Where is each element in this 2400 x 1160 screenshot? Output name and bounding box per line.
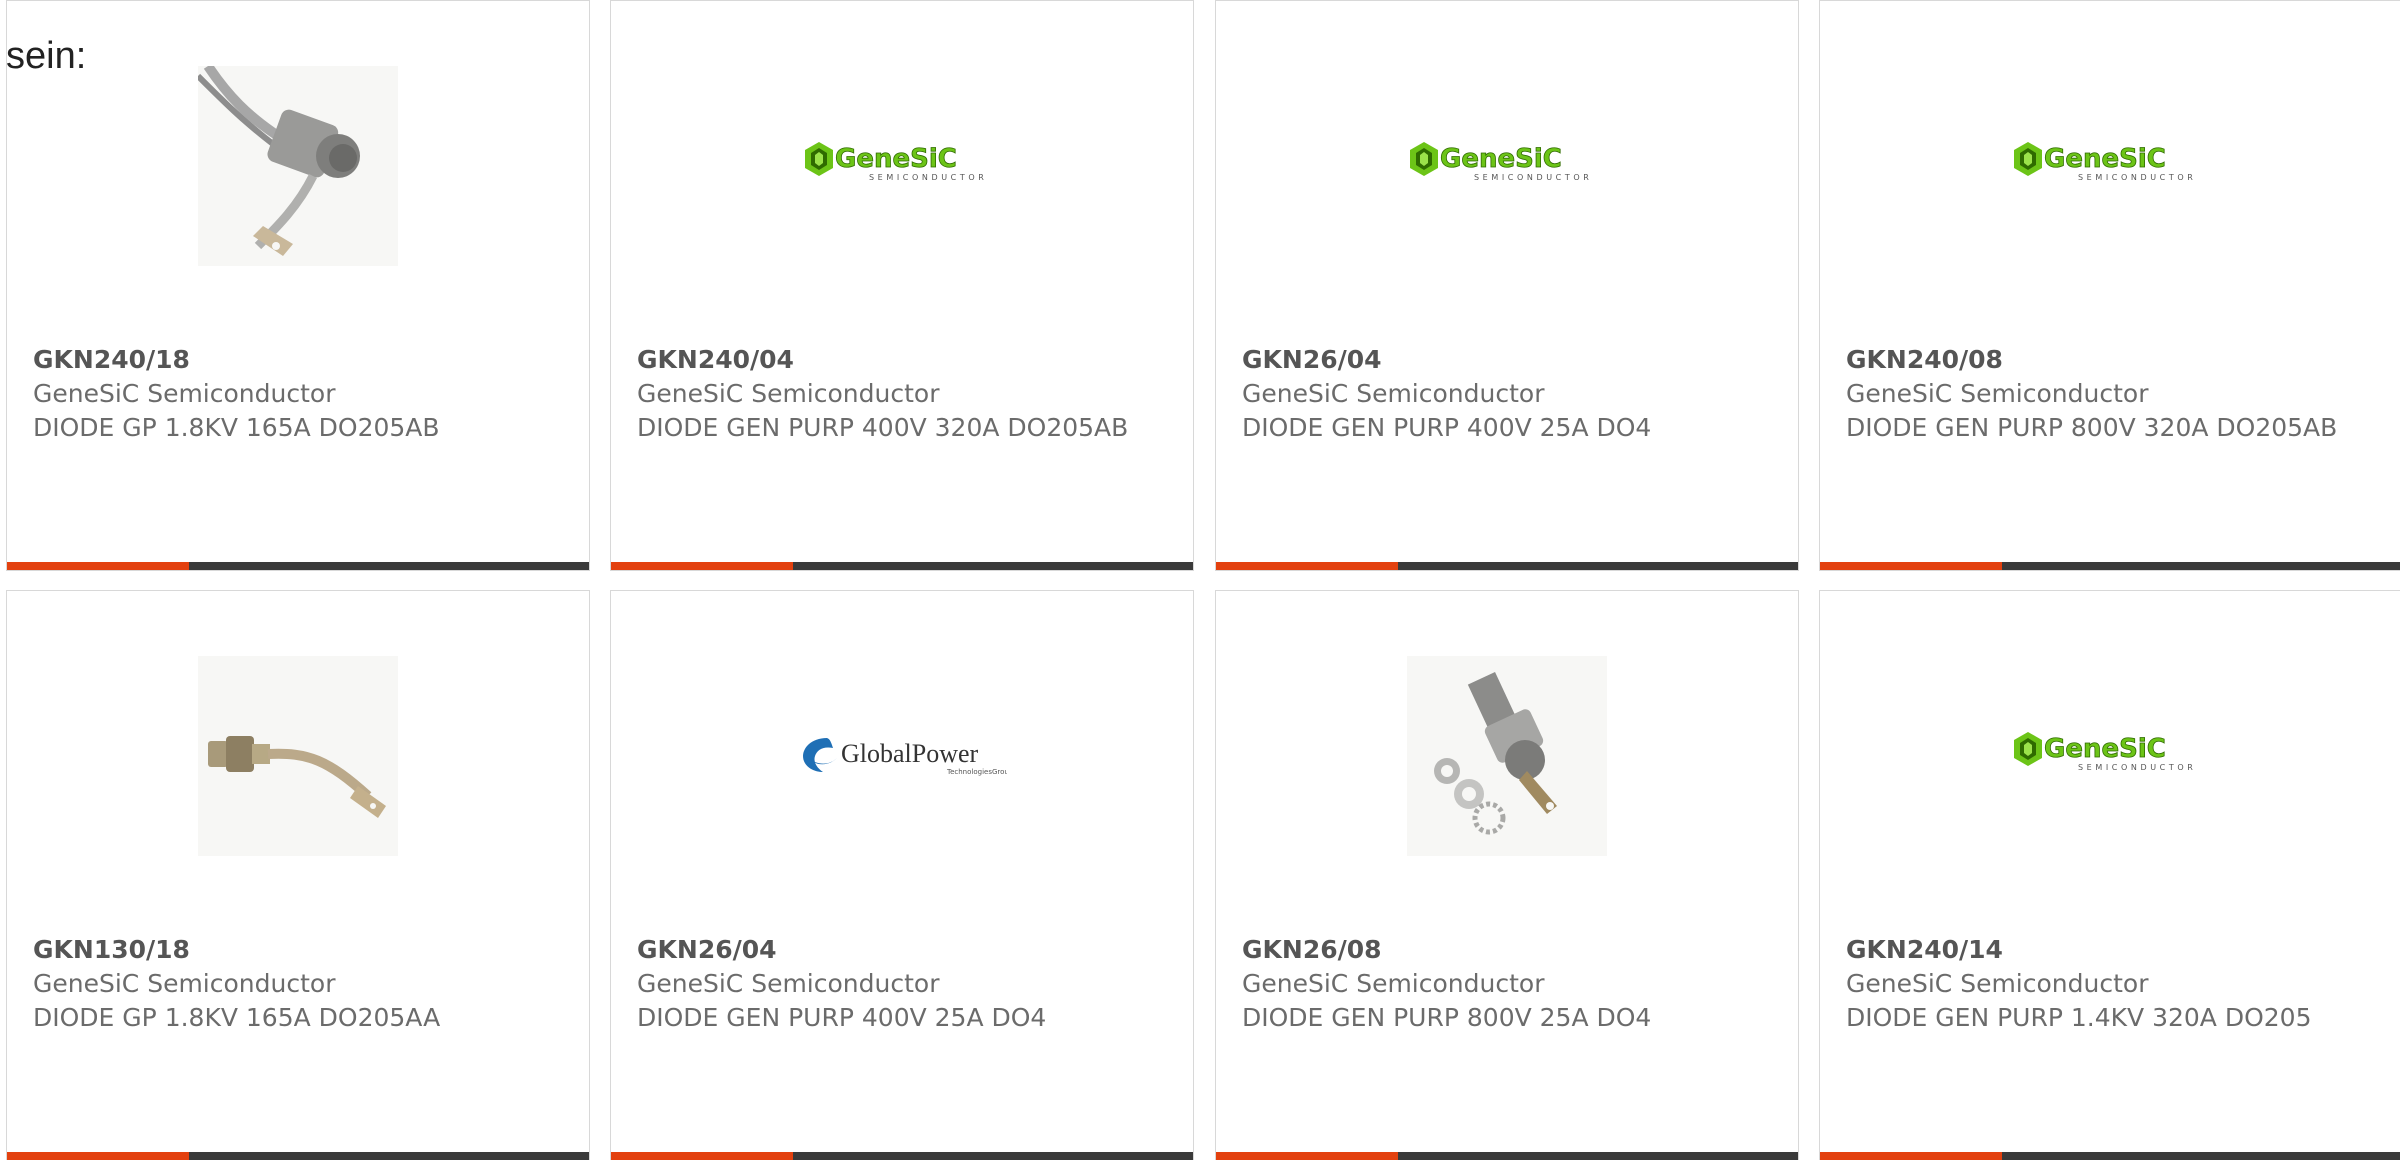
card-accent-bar [611, 1152, 793, 1160]
description: DIODE GEN PURP 1.4KV 320A DO205 [1846, 1003, 2312, 1032]
card-accent-bar [1216, 1152, 1398, 1160]
product-grid-page: sein: GKN240/18 GeneSiC Semiconductor DI… [0, 0, 2400, 1160]
product-image[interactable]: GeneSiC SEMICONDUCTOR [1820, 1, 2400, 331]
part-number[interactable]: GKN240/14 [1846, 933, 2376, 967]
card-bottom-bar [1216, 562, 1798, 570]
part-number[interactable]: GKN240/04 [637, 343, 1167, 377]
genesic-logo-name: GeneSiC [2044, 734, 2166, 764]
part-number[interactable]: GKN240/18 [33, 343, 563, 377]
part-number[interactable]: GKN130/18 [33, 933, 563, 967]
product-info: GKN26/04 GeneSiC Semiconductor DIODE GEN… [1242, 343, 1772, 445]
genesic-logo: GeneSiC SEMICONDUCTOR [2006, 730, 2216, 782]
genesic-logo: GeneSiC SEMICONDUCTOR [797, 140, 1007, 192]
genesic-logo-name: GeneSiC [1440, 144, 1562, 174]
genesic-logo-name: GeneSiC [835, 144, 957, 174]
globalpower-logo-tagline: TechnologiesGroup [946, 768, 1007, 776]
part-number[interactable]: GKN26/08 [1242, 933, 1772, 967]
description: DIODE GP 1.8KV 165A DO205AB [33, 413, 440, 442]
manufacturer: GeneSiC Semiconductor [637, 969, 940, 998]
card-bottom-bar [7, 1152, 589, 1160]
product-info: GKN240/18 GeneSiC Semiconductor DIODE GP… [33, 343, 563, 445]
product-info: GKN130/18 GeneSiC Semiconductor DIODE GP… [33, 933, 563, 1035]
product-card[interactable]: GeneSiC SEMICONDUCTOR GKN240/08 GeneSiC … [1819, 0, 2400, 571]
product-card[interactable]: GlobalPower TechnologiesGroup GKN26/04 G… [610, 590, 1194, 1160]
card-bottom-bar [611, 562, 1193, 570]
product-image[interactable] [7, 1, 589, 331]
description: DIODE GEN PURP 800V 25A DO4 [1242, 1003, 1652, 1032]
product-image[interactable] [1216, 591, 1798, 921]
manufacturer: GeneSiC Semiconductor [33, 969, 336, 998]
card-accent-bar [1216, 562, 1398, 570]
product-info: GKN240/04 GeneSiC Semiconductor DIODE GE… [637, 343, 1167, 445]
stud-diode-bent-lead-photo [198, 656, 398, 856]
product-info: GKN26/04 GeneSiC Semiconductor DIODE GEN… [637, 933, 1167, 1035]
product-card[interactable]: GKN130/18 GeneSiC Semiconductor DIODE GP… [6, 590, 590, 1160]
card-accent-bar [1820, 562, 2002, 570]
card-accent-bar [7, 562, 189, 570]
stud-diode-with-hardware-photo [1407, 656, 1607, 856]
genesic-logo-tagline: SEMICONDUCTOR [2078, 763, 2196, 772]
genesic-logo-tagline: SEMICONDUCTOR [1474, 173, 1592, 182]
part-number[interactable]: GKN240/08 [1846, 343, 2376, 377]
product-info: GKN240/08 GeneSiC Semiconductor DIODE GE… [1846, 343, 2376, 445]
product-card[interactable]: GKN26/08 GeneSiC Semiconductor DIODE GEN… [1215, 590, 1799, 1160]
product-image[interactable]: GeneSiC SEMICONDUCTOR [1820, 591, 2400, 921]
stud-diode-braided-lead-photo [198, 66, 398, 266]
product-card[interactable]: GeneSiC SEMICONDUCTOR GKN26/04 GeneSiC S… [1215, 0, 1799, 571]
manufacturer: GeneSiC Semiconductor [1242, 379, 1545, 408]
manufacturer: GeneSiC Semiconductor [1846, 379, 2149, 408]
part-number[interactable]: GKN26/04 [637, 933, 1167, 967]
manufacturer: GeneSiC Semiconductor [33, 379, 336, 408]
description: DIODE GEN PURP 400V 25A DO4 [637, 1003, 1047, 1032]
genesic-logo: GeneSiC SEMICONDUCTOR [2006, 140, 2216, 192]
card-accent-bar [1820, 1152, 2002, 1160]
description: DIODE GEN PURP 400V 25A DO4 [1242, 413, 1652, 442]
card-bottom-bar [611, 1152, 1193, 1160]
product-info: GKN240/14 GeneSiC Semiconductor DIODE GE… [1846, 933, 2376, 1035]
genesic-logo-name: GeneSiC [2044, 144, 2166, 174]
genesic-logo: GeneSiC SEMICONDUCTOR [1402, 140, 1612, 192]
globalpower-logo-name: GlobalPower [841, 739, 979, 768]
card-bottom-bar [7, 562, 589, 570]
card-accent-bar [7, 1152, 189, 1160]
product-info: GKN26/08 GeneSiC Semiconductor DIODE GEN… [1242, 933, 1772, 1035]
product-image[interactable] [7, 591, 589, 921]
manufacturer: GeneSiC Semiconductor [1846, 969, 2149, 998]
product-card[interactable]: GKN240/18 GeneSiC Semiconductor DIODE GP… [6, 0, 590, 571]
product-image[interactable]: GeneSiC SEMICONDUCTOR [1216, 1, 1798, 331]
genesic-logo-tagline: SEMICONDUCTOR [869, 173, 987, 182]
card-bottom-bar [1820, 1152, 2400, 1160]
product-card[interactable]: GeneSiC SEMICONDUCTOR GKN240/04 GeneSiC … [610, 0, 1194, 571]
product-image[interactable]: GeneSiC SEMICONDUCTOR [611, 1, 1193, 331]
product-image[interactable]: GlobalPower TechnologiesGroup [611, 591, 1193, 921]
leading-text: sein: [6, 35, 87, 77]
globalpower-logo: GlobalPower TechnologiesGroup [797, 730, 1007, 782]
card-accent-bar [611, 562, 793, 570]
manufacturer: GeneSiC Semiconductor [1242, 969, 1545, 998]
description: DIODE GEN PURP 400V 320A DO205AB [637, 413, 1129, 442]
manufacturer: GeneSiC Semiconductor [637, 379, 940, 408]
product-grid: GKN240/18 GeneSiC Semiconductor DIODE GP… [0, 0, 2400, 1160]
genesic-logo-tagline: SEMICONDUCTOR [2078, 173, 2196, 182]
description: DIODE GP 1.8KV 165A DO205AA [33, 1003, 441, 1032]
card-bottom-bar [1216, 1152, 1798, 1160]
card-bottom-bar [1820, 562, 2400, 570]
product-card[interactable]: GeneSiC SEMICONDUCTOR GKN240/14 GeneSiC … [1819, 590, 2400, 1160]
part-number[interactable]: GKN26/04 [1242, 343, 1772, 377]
description: DIODE GEN PURP 800V 320A DO205AB [1846, 413, 2338, 442]
